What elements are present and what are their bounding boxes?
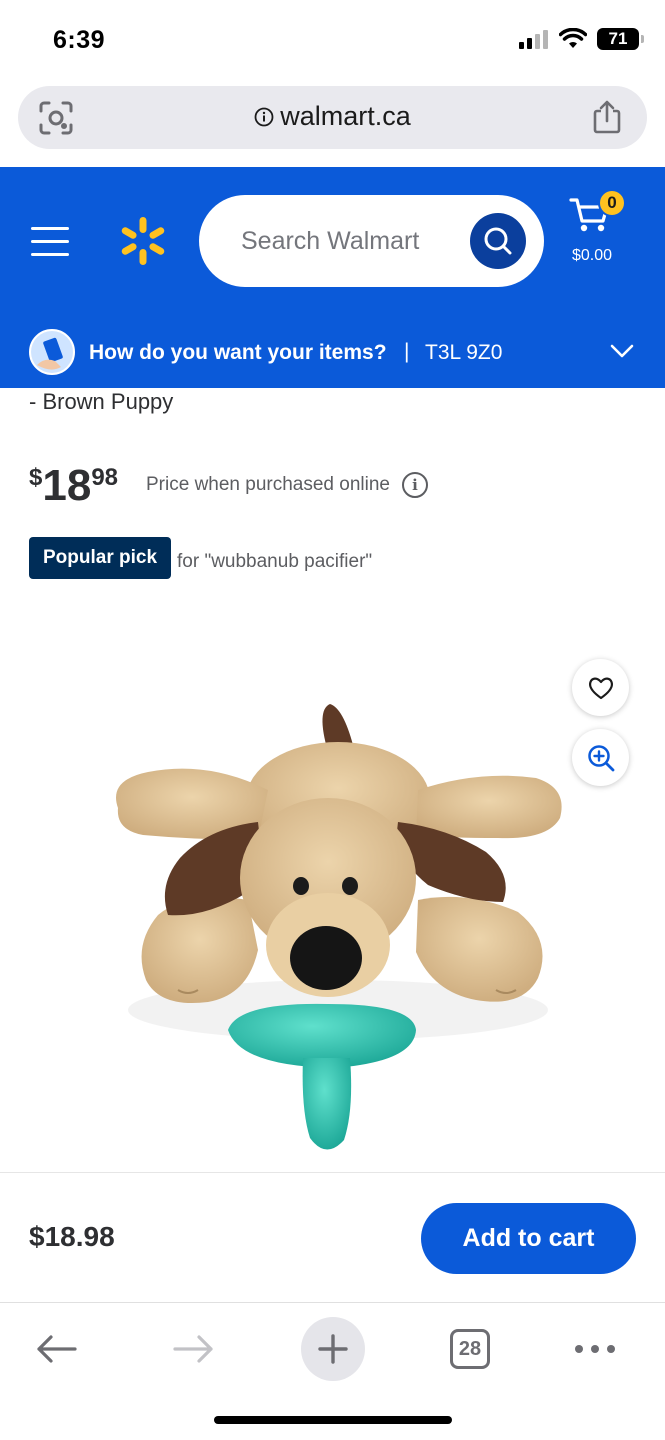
plus-icon: [318, 1334, 348, 1364]
forward-button[interactable]: [162, 1317, 226, 1381]
delivery-question: How do you want your items?: [89, 341, 387, 364]
menu-icon[interactable]: [31, 227, 69, 266]
popular-pick-badge: Popular pick: [29, 537, 172, 579]
new-tab-button[interactable]: [301, 1317, 365, 1381]
product-title: - Brown Puppy: [29, 389, 174, 414]
zoom-in-icon: [587, 744, 614, 771]
cart-button[interactable]: 0 $0.00: [568, 189, 628, 275]
delivery-selector[interactable]: How do you want your items? | T3L 9Z0: [0, 327, 665, 388]
delivery-avatar: [29, 329, 75, 375]
more-dots-icon: [575, 1345, 615, 1353]
price-currency: $: [29, 464, 43, 491]
cart-count-badge: 0: [598, 189, 626, 217]
url-display[interactable]: walmart.ca: [18, 101, 647, 132]
signal-icon: [519, 30, 548, 49]
zoom-button[interactable]: [572, 729, 629, 786]
add-to-cart-button[interactable]: Add to cart: [421, 1203, 636, 1274]
address-bar[interactable]: walmart.ca: [18, 86, 647, 149]
status-bar: 6:39 71: [0, 0, 665, 80]
arrow-right-icon: [173, 1335, 213, 1363]
price-dollars: 18: [42, 461, 92, 510]
search-input[interactable]: Search Walmart: [199, 195, 544, 287]
price-info-icon[interactable]: i: [402, 472, 428, 498]
sticky-cart-bar: $18.98 Add to cart: [0, 1172, 665, 1302]
battery-icon: 71: [597, 28, 644, 50]
search-placeholder: Search Walmart: [241, 227, 420, 255]
heart-icon: [588, 677, 613, 699]
battery-level: 71: [608, 29, 628, 48]
wifi-icon: [559, 28, 587, 48]
url-text: walmart.ca: [280, 101, 411, 131]
info-icon: [254, 107, 274, 126]
walmart-header: Search Walmart 0 $0.00 How do you want y…: [0, 167, 665, 388]
price-cents: 98: [91, 464, 119, 491]
status-icons: 71: [519, 28, 644, 50]
delivery-separator: |: [404, 340, 410, 363]
search-button[interactable]: [470, 213, 526, 269]
sticky-price: $18.98: [29, 1221, 115, 1252]
price-note: Price when purchased online: [146, 474, 390, 495]
share-icon[interactable]: [591, 99, 623, 135]
home-indicator: [214, 1416, 452, 1424]
product-image[interactable]: [98, 690, 578, 1160]
back-button[interactable]: [24, 1317, 88, 1381]
tabs-button[interactable]: 28: [438, 1317, 502, 1381]
popular-pick-query: for "wubbanub pacifier": [177, 551, 373, 572]
phone-hand-icon: [31, 331, 73, 373]
product-price: $ 18 98: [29, 460, 118, 510]
chevron-down-icon[interactable]: [610, 343, 634, 359]
postal-code: T3L 9Z0: [425, 341, 503, 364]
search-icon: [484, 227, 512, 255]
arrow-left-icon: [37, 1335, 77, 1363]
status-time: 6:39: [53, 26, 106, 54]
cart-total: $0.00: [572, 247, 613, 264]
favorite-button[interactable]: [572, 659, 629, 716]
walmart-spark-logo[interactable]: [118, 215, 168, 267]
tabs-count: 28: [450, 1329, 490, 1369]
more-button[interactable]: [563, 1317, 627, 1381]
